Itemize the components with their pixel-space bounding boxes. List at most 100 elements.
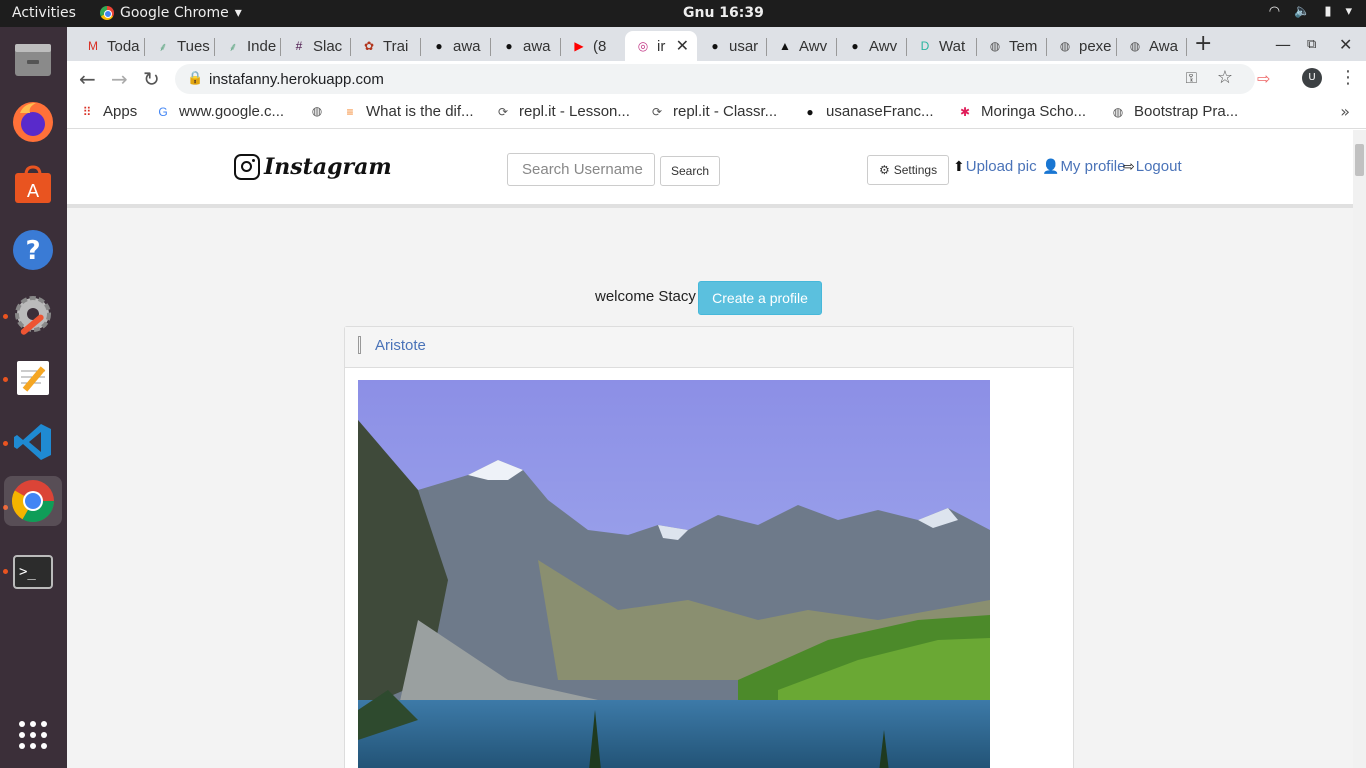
- browser-tab[interactable]: ✿ Trai: [351, 31, 421, 61]
- bookmark-item[interactable]: ◍: [309, 103, 333, 119]
- address-url[interactable]: instafanny.herokuapp.com: [209, 71, 384, 88]
- close-window-icon[interactable]: ✕: [1339, 35, 1352, 54]
- github-icon: ●: [711, 39, 719, 53]
- globe-icon: ◍: [1129, 39, 1141, 53]
- new-tab-button[interactable]: +: [1194, 31, 1212, 56]
- browser-tab[interactable]: ◍ pexe: [1047, 31, 1117, 61]
- bookmark-item[interactable]: ⟳ repl.it - Lesson...: [495, 103, 630, 120]
- tab-label: (8: [593, 37, 607, 55]
- bookmark-label: Apps: [103, 103, 138, 120]
- tab-strip: + — ⧉ ✕ M Toda ⸙ Tues ⸙ Inde # Slac ✿ Trai ● awa ● aw…: [67, 27, 1366, 61]
- search-button[interactable]: Search: [660, 156, 720, 186]
- bookmark-item[interactable]: ✱ Moringa Scho...: [957, 103, 1086, 120]
- text-editor-icon[interactable]: [8, 352, 58, 402]
- chrome-menu-icon[interactable]: ⋮: [1339, 67, 1357, 88]
- show-applications-icon[interactable]: [8, 710, 58, 760]
- bookmark-item[interactable]: ≡ What is the dif...: [342, 103, 473, 120]
- terminal-icon[interactable]: >_: [8, 547, 58, 597]
- create-profile-button[interactable]: Create a profile: [698, 281, 822, 315]
- tab-label: Wat: [939, 37, 966, 55]
- logout-link[interactable]: ⇨ Logout: [1123, 158, 1182, 175]
- browser-tab[interactable]: ● awa: [491, 31, 561, 61]
- profile-avatar[interactable]: U: [1302, 68, 1322, 88]
- lock-icon[interactable]: 🔒: [187, 71, 203, 86]
- tab-label: awa: [453, 37, 481, 55]
- settings-button[interactable]: ⚙ Settings: [867, 155, 949, 185]
- bookmark-item[interactable]: ⠿ Apps: [79, 103, 138, 120]
- chrome-icon: [100, 6, 114, 20]
- tab-label: awa: [523, 37, 551, 55]
- scrollbar-thumb[interactable]: [1355, 144, 1364, 176]
- reload-button[interactable]: ↻: [143, 67, 160, 91]
- help-icon[interactable]: ?: [8, 225, 58, 275]
- svg-text:A: A: [27, 181, 40, 202]
- gmail-icon: M: [88, 39, 98, 53]
- bookmark-item[interactable]: ● usanaseFranc...: [802, 103, 934, 120]
- firefox-icon[interactable]: [8, 97, 58, 147]
- my-profile-link[interactable]: 👤 My profile: [1042, 158, 1125, 175]
- page-scrollbar[interactable]: [1353, 130, 1366, 768]
- browser-tab[interactable]: ▶ (8: [561, 31, 625, 61]
- post-header: Aristote: [345, 327, 1073, 368]
- vscode-icon[interactable]: [8, 417, 58, 467]
- app-menu[interactable]: Google Chrome ▾: [100, 5, 242, 21]
- wifi-icon: ◠: [1268, 4, 1281, 19]
- post-author-link[interactable]: Aristote: [375, 337, 426, 354]
- bookmark-label: repl.it - Classr...: [673, 103, 778, 120]
- system-tray[interactable]: ◠ 🔈 ▮ ▾: [1269, 4, 1352, 19]
- restore-icon[interactable]: ⧉: [1307, 37, 1316, 52]
- site-navbar: Instagram Search ⚙ Settings ⬆ Upload pic…: [67, 130, 1353, 208]
- browser-tab[interactable]: ◍ Awa: [1117, 31, 1187, 61]
- minimize-icon[interactable]: —: [1275, 35, 1291, 54]
- chrome-window: + — ⧉ ✕ M Toda ⸙ Tues ⸙ Inde # Slac ✿ Trai ● awa ● aw…: [67, 27, 1366, 768]
- browser-tab[interactable]: ▲ Awv: [767, 31, 837, 61]
- bookmark-item[interactable]: ⟳ repl.it - Classr...: [649, 103, 777, 120]
- replit-icon: ⟳: [497, 104, 509, 119]
- more-bookmarks-icon[interactable]: »: [1340, 102, 1350, 121]
- browser-tab[interactable]: ◎ ir ✕: [625, 31, 697, 61]
- browser-tab[interactable]: ⸙ Inde: [215, 31, 281, 61]
- settings-label: Settings: [893, 163, 938, 177]
- back-button[interactable]: ←: [79, 67, 96, 91]
- browser-tab[interactable]: D Wat: [907, 31, 977, 61]
- settings-tools-icon[interactable]: [8, 289, 58, 339]
- browser-tab[interactable]: ● Awv: [837, 31, 907, 61]
- post-image[interactable]: [358, 380, 990, 768]
- system-top-bar: Activities Google Chrome ▾ Gnu 16:39 ◠ 🔈…: [0, 0, 1366, 27]
- upload-pic-link[interactable]: ⬆ Upload pic: [953, 158, 1037, 175]
- gear-icon: ⚙: [878, 163, 890, 177]
- brand-link[interactable]: Instagram: [234, 154, 392, 180]
- browser-tab[interactable]: # Slac: [281, 31, 351, 61]
- browser-tab[interactable]: ⸙ Tues: [145, 31, 215, 61]
- bookmark-label: usanaseFranc...: [826, 103, 934, 120]
- bookmark-label: repl.it - Lesson...: [519, 103, 630, 120]
- browser-tab[interactable]: M Toda: [75, 31, 145, 61]
- stackoverflow-icon: ≡: [346, 104, 354, 119]
- chrome-icon[interactable]: [4, 476, 62, 526]
- bookmark-item[interactable]: ◍ Bootstrap Pra...: [1110, 103, 1238, 120]
- browser-tab[interactable]: ● awa: [421, 31, 491, 61]
- svg-text:>_: >_: [19, 564, 36, 580]
- browser-tab[interactable]: ◍ Tem: [977, 31, 1047, 61]
- close-tab-icon[interactable]: ✕: [676, 36, 689, 56]
- software-center-icon[interactable]: A: [8, 160, 58, 210]
- browser-tab[interactable]: ● usar: [697, 31, 767, 61]
- bookmark-item[interactable]: Gwww.google.c...: [155, 103, 284, 120]
- github-icon: ●: [505, 39, 513, 53]
- tab-label: Toda: [107, 37, 140, 55]
- search-username-input[interactable]: [507, 153, 655, 186]
- tab-label: Tues: [177, 37, 210, 55]
- welcome-text: welcome Stacy: [595, 288, 696, 305]
- forward-button[interactable]: →: [111, 67, 128, 91]
- browser-toolbar: ← → ↻ 🔒 instafanny.herokuapp.com ⚿ ☆ ⇨ U…: [67, 61, 1366, 97]
- tab-label: usar: [729, 37, 759, 55]
- tab-label: pexe: [1079, 37, 1112, 55]
- google-icon: G: [158, 104, 168, 119]
- extension-icon[interactable]: ⇨: [1257, 69, 1270, 88]
- clock[interactable]: Gnu 16:39: [683, 5, 764, 21]
- bookmark-star-icon[interactable]: ☆: [1217, 67, 1233, 88]
- key-icon[interactable]: ⚿: [1186, 69, 1197, 87]
- files-icon[interactable]: [8, 35, 58, 85]
- address-bar[interactable]: 🔒 instafanny.herokuapp.com ⚿ ☆: [175, 64, 1255, 94]
- activities-button[interactable]: Activities: [12, 5, 76, 21]
